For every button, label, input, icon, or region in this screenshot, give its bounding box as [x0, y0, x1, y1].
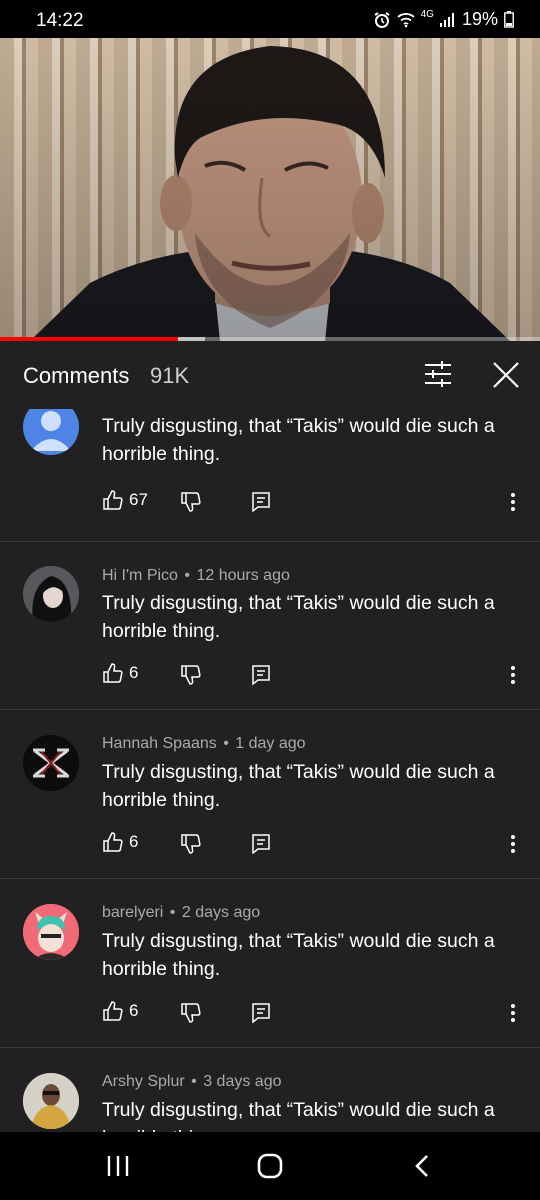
comment-text: Truly disgusting, that “Takis” would die…: [102, 592, 495, 642]
like-button[interactable]: 6: [103, 832, 138, 852]
like-count: 67: [129, 490, 148, 509]
dislike-button[interactable]: [181, 492, 201, 517]
thumbs-down-icon: [181, 492, 201, 512]
back-icon[interactable]: [412, 1154, 432, 1183]
comment-actions: 67: [0, 490, 540, 520]
comments-header: Comments 91K: [0, 341, 540, 409]
comment-meta: barelyeri • 2 days ago: [102, 904, 261, 921]
comment-time: 2 days ago: [181, 904, 261, 921]
comments-title: Comments: [23, 363, 130, 388]
battery-icon: [504, 11, 514, 28]
reply-button[interactable]: [252, 1003, 270, 1028]
thumbs-up-icon: [103, 832, 123, 852]
comments-list[interactable]: Truly disgusting, that “Takis” would die…: [0, 409, 540, 1132]
default-person-icon[interactable]: [23, 409, 79, 455]
dislike-button[interactable]: [181, 665, 201, 690]
like-button[interactable]: 6: [103, 663, 138, 683]
status-time: 14:22: [36, 10, 84, 31]
comment-meta: Hannah Spaans • 1 day ago: [102, 735, 306, 752]
network-type: 4G: [420, 9, 434, 20]
home-icon[interactable]: [256, 1152, 284, 1185]
comment-divider: [0, 1047, 540, 1048]
more-options-icon[interactable]: [508, 1003, 518, 1028]
comment-text: Truly disgusting, that “Takis” would die…: [102, 930, 495, 980]
video-player[interactable]: [0, 38, 540, 341]
anime-girl-avatar[interactable]: [23, 566, 79, 622]
comment-author[interactable]: Arshy Splur: [102, 1073, 185, 1090]
comment-time: 12 hours ago: [196, 567, 290, 584]
comment-text: Truly disgusting, that “Takis” would die…: [102, 415, 495, 465]
status-bar: 14:22 4G 19%: [0, 0, 540, 38]
sort-filter-icon[interactable]: [424, 361, 452, 392]
comment-author[interactable]: Hannah Spaans: [102, 735, 217, 752]
more-options-icon[interactable]: [508, 665, 518, 690]
dislike-button[interactable]: [181, 834, 201, 859]
status-icons: 4G 19%: [373, 9, 514, 30]
hunter-logo-avatar[interactable]: [23, 735, 79, 791]
reply-icon: [252, 1003, 270, 1024]
comment-item: Truly disgusting, that “Takis” would die…: [0, 409, 540, 542]
reply-icon: [252, 492, 270, 513]
reply-button[interactable]: [252, 665, 270, 690]
video-shade: [0, 38, 540, 341]
thumbs-up-icon: [103, 490, 123, 510]
recent-apps-icon[interactable]: [106, 1154, 130, 1183]
comment-author[interactable]: Hi I'm Pico: [102, 567, 178, 584]
alarm-icon: [373, 11, 391, 29]
comment-text: Truly disgusting, that “Takis” would die…: [102, 1099, 495, 1132]
dislike-button[interactable]: [181, 1003, 201, 1028]
comment-meta: Hi I'm Pico • 12 hours ago: [102, 567, 290, 584]
battery-percent: 19%: [461, 9, 498, 29]
comment-time: 3 days ago: [203, 1073, 282, 1090]
comment-actions: 6: [0, 832, 540, 862]
close-icon[interactable]: [492, 361, 520, 394]
comment-meta: Arshy Splur • 3 days ago: [102, 1073, 282, 1090]
comment-item: barelyeri • 2 days ago Truly disgusting,…: [0, 880, 540, 1048]
thumbs-up-icon: [103, 663, 123, 683]
like-button[interactable]: 6: [103, 1001, 138, 1021]
comment-divider: [0, 709, 540, 710]
thumbs-down-icon: [181, 665, 201, 685]
like-count: 6: [129, 832, 139, 851]
like-count: 6: [129, 1001, 139, 1020]
comments-count: 91K: [150, 363, 190, 388]
more-options-icon[interactable]: [508, 834, 518, 859]
comment-author[interactable]: barelyeri: [102, 904, 163, 921]
comment-divider: [0, 878, 540, 879]
comment-actions: 6: [0, 663, 540, 693]
comment-text: Truly disgusting, that “Takis” would die…: [102, 761, 495, 811]
reply-icon: [252, 665, 270, 686]
comment-time: 1 day ago: [235, 735, 306, 752]
reply-button[interactable]: [252, 492, 270, 517]
comment-actions: 6: [0, 1001, 540, 1031]
comment-item: Hannah Spaans • 1 day ago Truly disgusti…: [0, 711, 540, 879]
thumbs-down-icon: [181, 1003, 201, 1023]
reply-icon: [252, 834, 270, 855]
like-button[interactable]: 67: [103, 490, 148, 510]
thumbs-down-icon: [181, 834, 201, 854]
wifi-icon: [397, 12, 415, 28]
comment-item: Hi I'm Pico • 12 hours ago Truly disgust…: [0, 542, 540, 710]
like-count: 6: [129, 663, 139, 682]
thumbs-up-icon: [103, 1001, 123, 1021]
signal-icon: [439, 12, 456, 27]
photo-avatar[interactable]: [23, 1073, 79, 1129]
more-options-icon[interactable]: [508, 492, 518, 517]
reply-button[interactable]: [252, 834, 270, 859]
horned-character-avatar[interactable]: [23, 904, 79, 960]
system-nav-bar: [0, 1132, 540, 1200]
comment-item: Arshy Splur • 3 days ago Truly disgustin…: [0, 1049, 540, 1132]
